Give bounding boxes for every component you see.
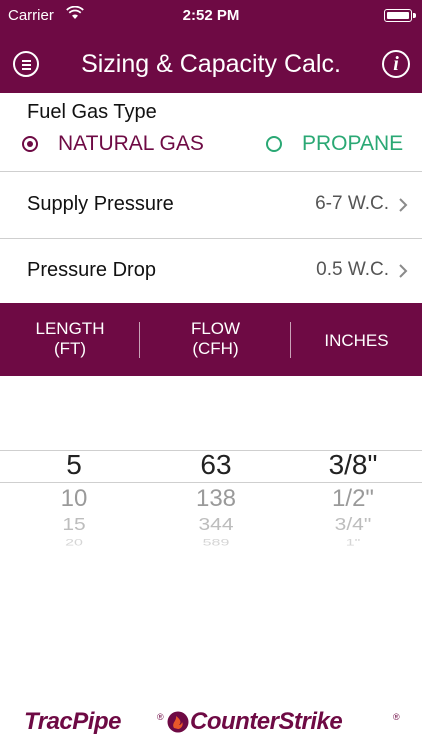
brand-logo-bar: TracPipe ® CounterStrike ® bbox=[0, 704, 422, 740]
radio-selected-icon bbox=[22, 136, 38, 152]
natural-gas-label: NATURAL GAS bbox=[58, 132, 204, 155]
flow-header-line2: (CFH) bbox=[192, 339, 239, 358]
pressure-drop-value: 0.5 W.C. bbox=[316, 259, 389, 280]
inches-header-label: INCHES bbox=[324, 331, 389, 350]
chevron-right-icon bbox=[399, 198, 408, 212]
size-picker[interactable]: 5 10 15 20 63 138 344 589 3/8" 1/2" 3/4"… bbox=[0, 447, 422, 557]
length-header-line2: (FT) bbox=[53, 339, 87, 358]
chevron-right-icon bbox=[399, 264, 408, 278]
picker-option[interactable]: 344 bbox=[148, 515, 284, 535]
picker-selected-value: 3/8" bbox=[328, 449, 378, 480]
picker-option[interactable]: 20 bbox=[0, 538, 148, 546]
page-title: Sizing & Capacity Calc. bbox=[81, 50, 341, 78]
picker-selected-value: 63 bbox=[200, 449, 232, 480]
registered-mark: ® bbox=[157, 712, 164, 722]
pressure-drop-row[interactable]: Pressure Drop 0.5 W.C. bbox=[0, 238, 422, 304]
supply-pressure-row[interactable]: Supply Pressure 6-7 W.C. bbox=[0, 172, 422, 239]
picker-option[interactable]: 589 bbox=[148, 538, 284, 546]
inches-column-header: INCHES bbox=[291, 331, 422, 404]
supply-pressure-label: Supply Pressure bbox=[27, 193, 174, 215]
propane-label: PROPANE bbox=[302, 132, 404, 155]
flow-column-header: FLOW (CFH) bbox=[140, 319, 291, 392]
picker-option[interactable]: 138 bbox=[148, 485, 284, 513]
clock: 2:52 PM bbox=[182, 7, 240, 24]
picker-option[interactable]: 15 bbox=[0, 515, 148, 535]
length-header-line1: LENGTH bbox=[35, 319, 105, 338]
flow-header-line1: FLOW bbox=[190, 319, 241, 338]
radio-unselected-icon bbox=[266, 136, 282, 152]
fuel-gas-type-section: Fuel Gas Type NATURAL GAS PROPANE bbox=[0, 93, 422, 172]
picker-option[interactable]: 1" bbox=[284, 538, 422, 546]
supply-pressure-value: 6-7 W.C. bbox=[315, 193, 389, 214]
picker-option[interactable]: 10 bbox=[0, 485, 148, 513]
info-icon[interactable]: i bbox=[382, 50, 410, 78]
picker-option[interactable]: 1/2" bbox=[284, 485, 422, 513]
picker-option[interactable]: 3/4" bbox=[284, 515, 422, 535]
picker-column-header: LENGTH (FT) FLOW (CFH) INCHES bbox=[0, 303, 422, 376]
fuel-gas-type-label: Fuel Gas Type bbox=[27, 101, 157, 123]
counterstrike-logo: CounterStrike bbox=[190, 708, 343, 735]
picker-selection-bottom-line bbox=[0, 482, 422, 483]
battery-icon bbox=[384, 9, 416, 22]
pressure-drop-label: Pressure Drop bbox=[27, 259, 156, 281]
nav-bar: Sizing & Capacity Calc. i bbox=[0, 33, 422, 93]
status-bar: Carrier 2:52 PM bbox=[0, 0, 422, 33]
flame-icon bbox=[167, 711, 189, 733]
length-column-header: LENGTH (FT) bbox=[0, 319, 140, 392]
registered-mark: ® bbox=[393, 712, 400, 722]
picker-selected-value: 5 bbox=[66, 449, 82, 480]
tracpipe-logo: TracPipe bbox=[24, 708, 121, 735]
